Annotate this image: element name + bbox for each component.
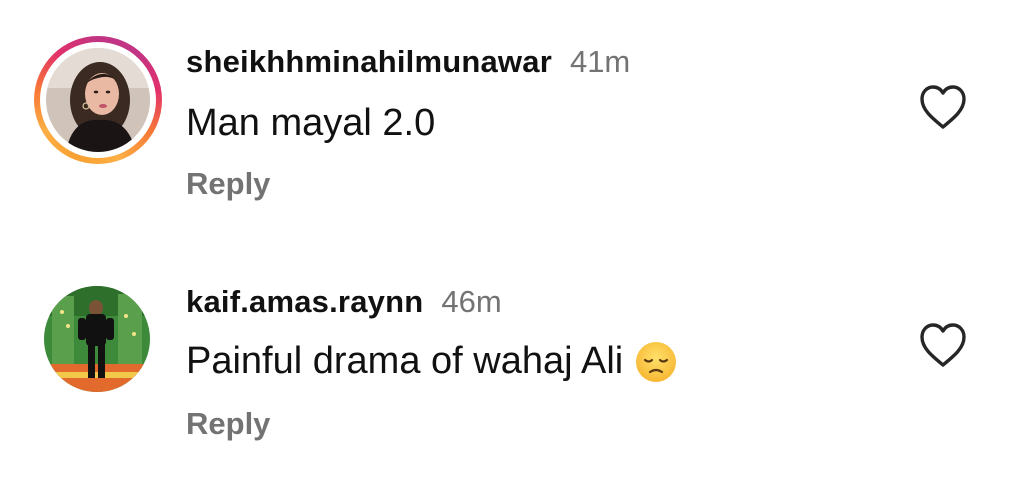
avatar-story-ring[interactable] — [34, 36, 162, 164]
avatar-photo-icon — [46, 48, 150, 152]
comment-item: kaif.amas.raynn 46m Painful drama of wah… — [0, 240, 1024, 478]
like-button[interactable] — [918, 322, 968, 368]
comment-meta: sheikhhminahilmunawar 41m — [186, 44, 630, 80]
comment-text: Man mayal 2.0 — [186, 102, 435, 145]
avatar — [46, 48, 150, 152]
like-button[interactable] — [918, 84, 968, 130]
reply-button[interactable]: Reply — [186, 166, 270, 202]
disappointed-face-icon — [635, 341, 677, 383]
heart-outline-icon — [920, 323, 966, 367]
avatar-photo-icon — [44, 286, 150, 392]
comment-text: Painful drama of wahaj Ali — [186, 340, 677, 383]
username[interactable]: kaif.amas.raynn — [186, 284, 423, 320]
timestamp: 46m — [441, 284, 502, 319]
avatar[interactable] — [44, 286, 150, 392]
username[interactable]: sheikhhminahilmunawar — [186, 44, 552, 80]
comment-meta: kaif.amas.raynn 46m — [186, 284, 502, 320]
comment-text-body: Painful drama of wahaj Ali — [186, 340, 624, 382]
reply-button[interactable]: Reply — [186, 406, 270, 442]
timestamp: 41m — [569, 44, 631, 79]
comment-item: sheikhhminahilmunawar 41m Man mayal 2.0 … — [0, 0, 1024, 240]
comment-text-body: Man mayal 2.0 — [186, 102, 436, 144]
heart-outline-icon — [920, 85, 966, 129]
